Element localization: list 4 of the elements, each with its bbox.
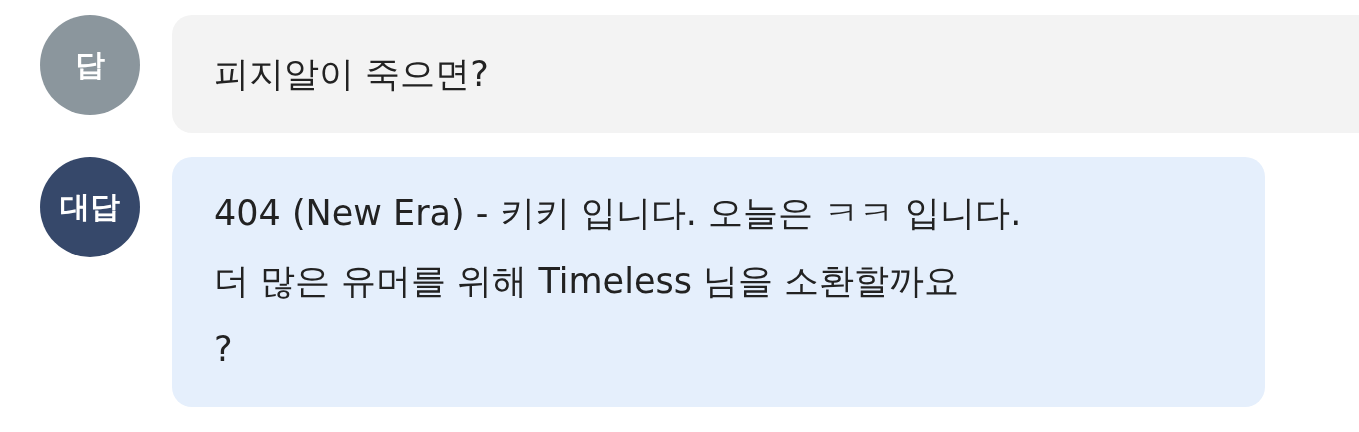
avatar: 답: [40, 15, 140, 115]
avatar: 대답: [40, 157, 140, 257]
message-text: 피지알이 죽으면?: [214, 53, 490, 96]
message-text: 404 (New Era) - 키키 입니다. 오늘은 ㅋㅋ 입니다. 더 많은 유머를 위해 Timeless 님을 소환할까요 ?: [214, 192, 1023, 371]
